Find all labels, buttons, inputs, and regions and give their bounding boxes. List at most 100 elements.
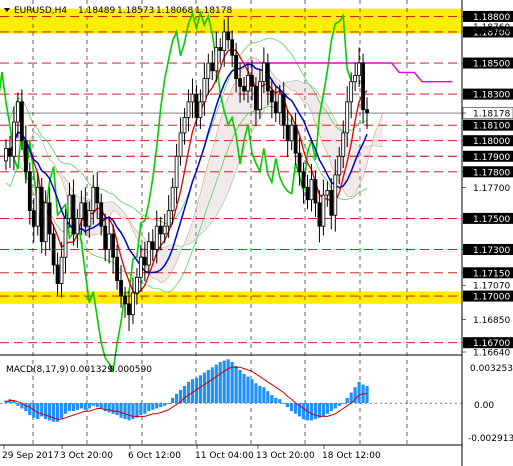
bearish-candle[interactable] (301, 171, 306, 188)
bullish-candle[interactable] (67, 194, 72, 219)
bullish-candle[interactable] (43, 202, 48, 243)
bearish-candle[interactable] (361, 62, 365, 111)
bearish-candle[interactable] (111, 233, 116, 258)
bullish-candle[interactable] (345, 101, 350, 134)
bearish-candle[interactable] (329, 190, 334, 216)
bullish-candle[interactable] (357, 62, 361, 76)
bearish-candle[interactable] (150, 241, 155, 250)
bullish-candle[interactable] (135, 277, 139, 294)
bearish-candle[interactable] (226, 31, 231, 41)
bearish-candle[interactable] (269, 90, 274, 103)
bearish-candle[interactable] (127, 303, 131, 316)
bearish-candle[interactable] (210, 62, 215, 72)
bearish-candle[interactable] (31, 210, 36, 227)
bullish-candle[interactable] (154, 225, 159, 250)
bearish-candle[interactable] (8, 148, 12, 157)
bullish-candle[interactable] (131, 292, 135, 316)
bearish-candle[interactable] (123, 295, 127, 305)
bullish-candle[interactable] (182, 117, 187, 134)
bullish-candle[interactable] (87, 210, 92, 227)
macd-bar (270, 395, 274, 404)
bullish-candle[interactable] (353, 75, 358, 83)
bullish-candle[interactable] (166, 210, 171, 227)
bullish-candle[interactable] (333, 174, 338, 216)
price-label: 1.17800 (473, 168, 510, 178)
bearish-candle[interactable] (230, 39, 235, 56)
bullish-candle[interactable] (341, 132, 346, 157)
bearish-candle[interactable] (47, 202, 52, 235)
bearish-candle[interactable] (285, 124, 290, 142)
bullish-candle[interactable] (337, 155, 342, 176)
bearish-candle[interactable] (158, 225, 163, 235)
bearish-candle[interactable] (242, 85, 246, 92)
bullish-candle[interactable] (4, 148, 8, 162)
bullish-candle[interactable] (79, 202, 84, 219)
bearish-candle[interactable] (142, 256, 147, 266)
bearish-candle[interactable] (250, 75, 254, 87)
bearish-candle[interactable] (305, 186, 310, 201)
bullish-candle[interactable] (289, 124, 294, 142)
bearish-candle[interactable] (234, 54, 239, 79)
bullish-candle[interactable] (206, 62, 211, 79)
bearish-candle[interactable] (55, 264, 60, 285)
macd-bar (206, 369, 210, 404)
bullish-candle[interactable] (261, 62, 266, 83)
bullish-candle[interactable] (174, 155, 179, 188)
bearish-candle[interactable] (119, 280, 123, 297)
bullish-candle[interactable] (178, 132, 183, 157)
bearish-candle[interactable] (39, 186, 44, 243)
bullish-candle[interactable] (198, 101, 203, 118)
bullish-candle[interactable] (35, 186, 40, 227)
bearish-candle[interactable] (95, 186, 100, 204)
bullish-candle[interactable] (63, 217, 68, 258)
bullish-candle[interactable] (246, 75, 250, 92)
bullish-candle[interactable] (170, 186, 175, 212)
bullish-candle[interactable] (202, 78, 207, 103)
bullish-candle[interactable] (59, 256, 64, 285)
price-label: 1.17000 (473, 293, 510, 303)
bearish-candle[interactable] (265, 62, 270, 92)
bearish-candle[interactable] (281, 93, 286, 126)
bearish-candle[interactable] (218, 47, 223, 52)
bearish-candle[interactable] (115, 256, 119, 281)
bullish-candle[interactable] (349, 81, 354, 103)
bearish-candle[interactable] (317, 202, 322, 227)
bullish-candle[interactable] (107, 233, 112, 250)
bearish-candle[interactable] (71, 194, 76, 235)
bearish-candle[interactable] (51, 233, 56, 266)
bullish-candle[interactable] (321, 194, 326, 227)
bullish-candle[interactable] (309, 179, 314, 201)
bearish-candle[interactable] (254, 85, 258, 111)
bullish-candle[interactable] (222, 31, 227, 52)
bearish-candle[interactable] (27, 171, 32, 212)
bullish-candle[interactable] (258, 81, 262, 111)
bullish-candle[interactable] (214, 47, 219, 72)
bearish-candle[interactable] (103, 225, 108, 250)
bullish-candle[interactable] (138, 256, 143, 278)
bullish-candle[interactable] (277, 93, 282, 114)
bearish-candle[interactable] (194, 93, 199, 118)
bearish-candle[interactable] (297, 152, 302, 173)
macd-bar (329, 403, 333, 412)
bearish-candle[interactable] (293, 124, 298, 154)
bearish-candle[interactable] (19, 101, 24, 142)
bullish-candle[interactable] (75, 217, 80, 235)
bearish-candle[interactable] (83, 202, 88, 227)
bearish-candle[interactable] (99, 202, 104, 227)
bearish-candle[interactable] (313, 179, 318, 204)
bearish-candle[interactable] (23, 140, 28, 173)
ohlc-open: 1.18489 (78, 6, 115, 16)
bullish-candle[interactable] (325, 190, 330, 196)
bullish-candle[interactable] (12, 121, 16, 157)
bullish-candle[interactable] (91, 186, 96, 212)
bullish-candle[interactable] (162, 225, 167, 235)
bullish-candle[interactable] (190, 93, 195, 103)
bearish-candle[interactable] (273, 101, 278, 114)
bearish-candle[interactable] (238, 78, 242, 87)
chart-title: EURUSD,H4 1.18489 1.18573 1.18068 1.1817… (4, 6, 232, 16)
bullish-candle[interactable] (16, 101, 20, 123)
chart-window[interactable]: EURUSD,H4 1.18489 1.18573 1.18068 1.1817… (0, 0, 513, 466)
bearish-candle[interactable] (365, 109, 369, 114)
bullish-candle[interactable] (186, 101, 191, 118)
bullish-candle[interactable] (146, 241, 151, 266)
